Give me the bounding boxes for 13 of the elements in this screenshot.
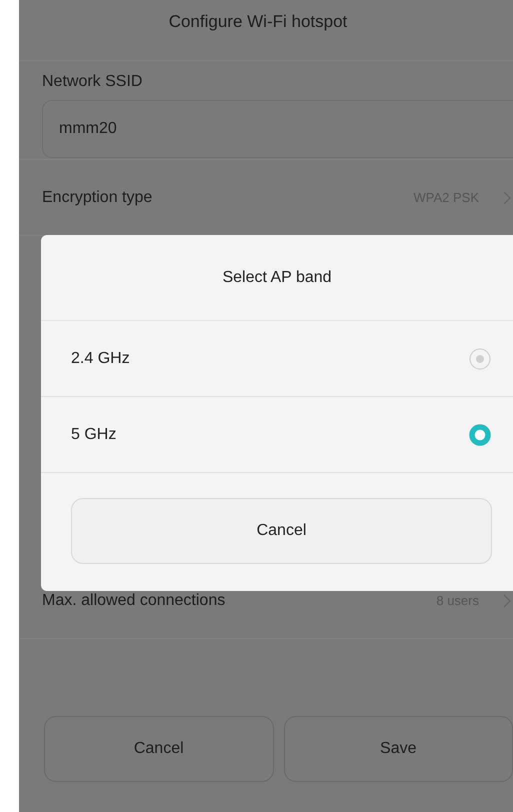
field-label: Network SSID — [42, 73, 144, 91]
save-button[interactable]: Save — [284, 716, 513, 782]
setting-label: Max. allowed connections — [42, 592, 226, 610]
option-label: 2.4 GHz — [71, 350, 130, 368]
cancel-button[interactable]: Cancel — [44, 716, 274, 782]
cancel-button[interactable]: Cancel — [71, 498, 492, 564]
option-label: 5 GHz — [71, 426, 116, 444]
screen-title: Configure Wi-Fi hotspot — [168, 12, 348, 32]
dialog-title: Select AP band — [41, 235, 513, 321]
ssid-input-field[interactable]: mmm20 — [42, 100, 513, 158]
setting-label: Encryption type — [42, 188, 154, 206]
band-option[interactable]: 5 GHz — [41, 397, 513, 473]
band-option[interactable]: 2.4 GHz — [41, 321, 513, 397]
